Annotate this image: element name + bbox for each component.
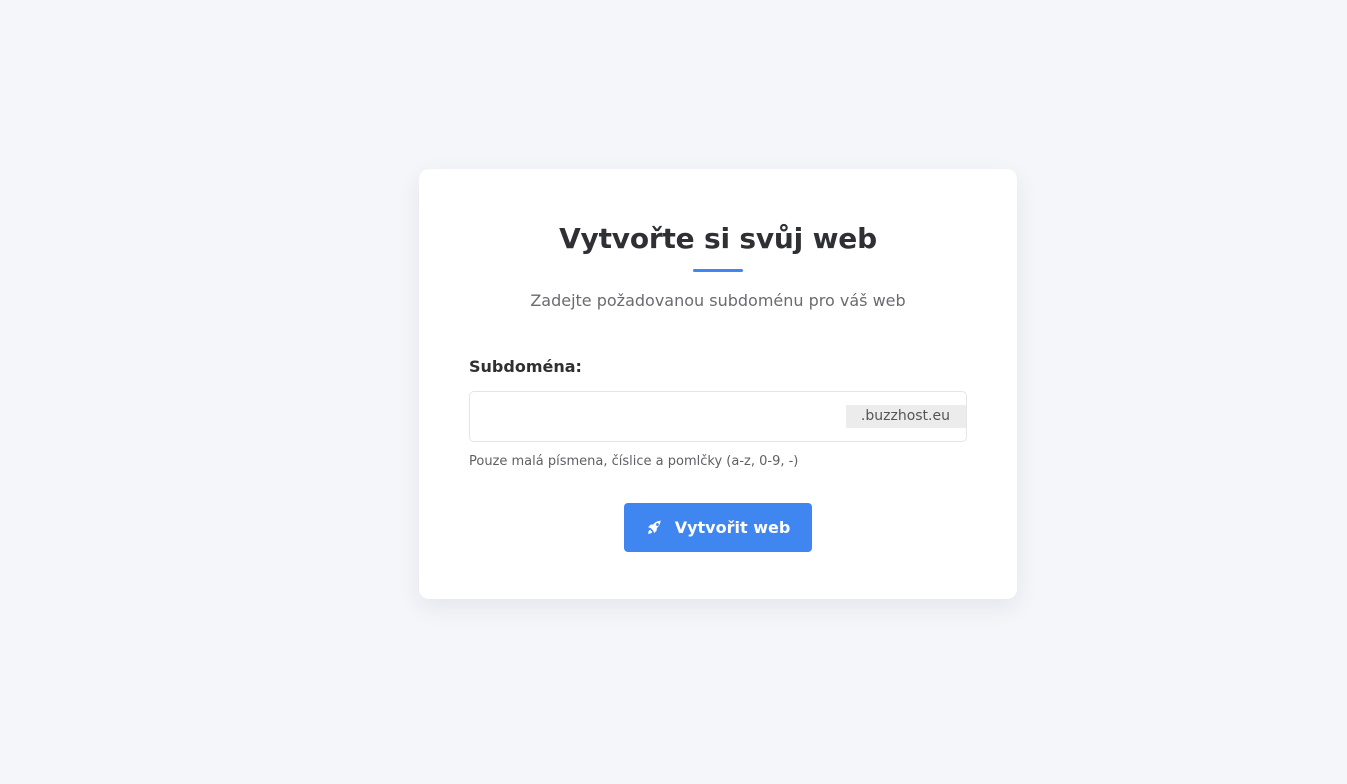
create-site-card: Vytvořte si svůj web Zadejte požadovanou… — [419, 169, 1017, 599]
page-subtitle: Zadejte požadovanou subdoménu pro váš we… — [530, 291, 906, 310]
subdomain-input-group: .buzzhost.eu — [469, 391, 967, 442]
domain-suffix: .buzzhost.eu — [845, 405, 966, 428]
subdomain-label: Subdoména: — [469, 357, 582, 376]
title-underline — [693, 269, 743, 272]
create-site-button[interactable]: Vytvořit web — [624, 503, 812, 552]
subdomain-input[interactable] — [470, 392, 850, 441]
subdomain-hint: Pouze malá písmena, číslice a pomlčky (a… — [469, 454, 799, 469]
page-title: Vytvořte si svůj web — [559, 222, 877, 255]
rocket-icon — [646, 519, 663, 536]
create-site-button-label: Vytvořit web — [674, 518, 791, 537]
